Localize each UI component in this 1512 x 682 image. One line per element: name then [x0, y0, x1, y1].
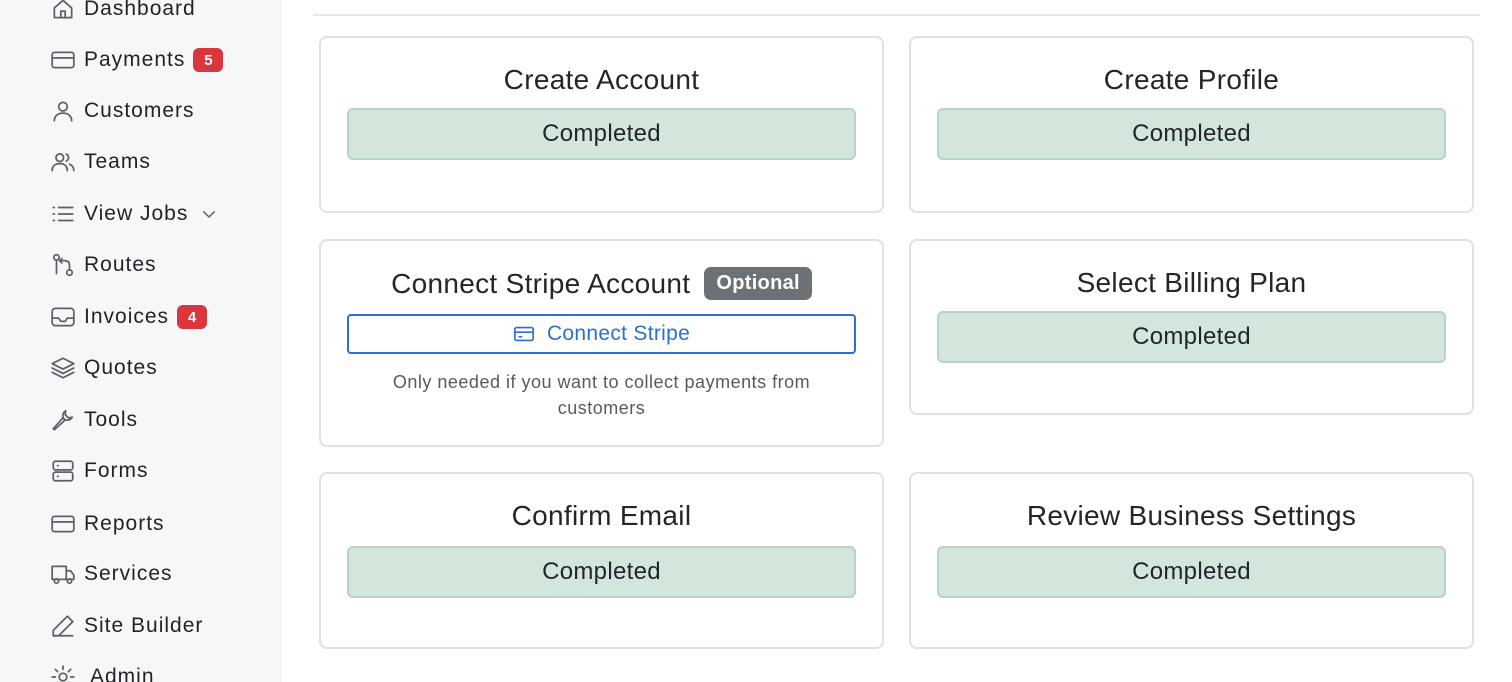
payments-count-badge: 5 — [193, 48, 224, 72]
sidebar-item-invoices[interactable]: Invoices 4 — [50, 300, 208, 334]
sidebar-item-label: Forms — [84, 459, 149, 482]
step-title: Connect Stripe Account — [391, 267, 691, 299]
route-icon — [50, 251, 78, 279]
sidebar-item-label: View Jobs — [84, 202, 189, 225]
sidebar-item-services[interactable]: Services — [50, 557, 173, 591]
list-icon — [50, 200, 78, 228]
sidebar-item-payments[interactable]: Payments 5 — [50, 43, 224, 77]
sidebar: Dashboard Payments 5 Customers Teams Vie… — [0, 0, 281, 682]
status-completed: Completed — [937, 311, 1446, 363]
sidebar-item-customers[interactable]: Customers — [50, 94, 195, 128]
sidebar-item-view-jobs[interactable]: View Jobs — [50, 197, 218, 231]
connect-stripe-label: Connect Stripe — [546, 322, 691, 345]
sidebar-item-forms[interactable]: Forms — [50, 454, 149, 488]
sidebar-item-quotes[interactable]: Quotes — [50, 351, 158, 385]
sidebar-item-label: Quotes — [84, 356, 158, 379]
user-icon — [50, 97, 78, 125]
sidebar-item-label: Services — [84, 562, 173, 585]
sidebar-item-label: Tools — [84, 408, 139, 431]
server-icon — [50, 457, 78, 485]
pen-icon — [50, 612, 78, 640]
step-card-create-profile: Create Profile Completed — [909, 36, 1474, 213]
layers-icon — [50, 354, 78, 382]
connect-stripe-help-text: Only needed if you want to collect payme… — [392, 372, 811, 418]
step-title: Create Profile — [1103, 64, 1280, 95]
truck-icon — [50, 560, 78, 588]
status-completed: Completed — [937, 546, 1446, 598]
sidebar-item-label: Invoices — [84, 305, 170, 328]
optional-badge: Optional — [704, 267, 812, 300]
step-title: Select Billing Plan — [1076, 267, 1307, 298]
sidebar-item-label: Admin — [90, 665, 155, 682]
sidebar-item-site-builder[interactable]: Site Builder — [50, 609, 203, 643]
step-card-connect-stripe: Connect Stripe Account Optional Connect … — [319, 239, 884, 447]
status-completed: Completed — [347, 108, 856, 160]
sidebar-item-routes[interactable]: Routes — [50, 248, 157, 282]
status-completed: Completed — [347, 546, 856, 598]
users-icon — [50, 148, 78, 176]
sidebar-item-label: Teams — [84, 150, 151, 173]
sidebar-item-label: Routes — [84, 253, 157, 276]
sidebar-item-label: Site Builder — [84, 614, 204, 637]
inbox-icon — [50, 303, 78, 331]
sidebar-item-admin[interactable]: Admin — [50, 660, 155, 682]
credit-card-icon — [50, 510, 78, 538]
sidebar-item-teams[interactable]: Teams — [50, 145, 151, 179]
step-title: Create Account — [503, 64, 700, 95]
step-card-billing-plan: Select Billing Plan Completed — [909, 239, 1474, 415]
step-title: Confirm Email — [511, 500, 692, 531]
sidebar-item-label: Dashboard — [84, 0, 196, 20]
step-card-business-settings: Review Business Settings Completed — [909, 472, 1474, 649]
status-completed: Completed — [937, 108, 1446, 160]
sidebar-item-dashboard[interactable]: Dashboard — [50, 0, 196, 26]
credit-card-icon — [513, 323, 547, 345]
sidebar-item-label: Payments — [84, 48, 186, 71]
step-title-row: Connect Stripe Account Optional — [321, 267, 882, 300]
step-card-confirm-email: Confirm Email Completed — [319, 472, 884, 649]
connect-stripe-button[interactable]: Connect Stripe — [347, 314, 856, 354]
gear-icon — [50, 663, 78, 682]
step-title: Review Business Settings — [1026, 500, 1357, 531]
invoices-count-badge: 4 — [177, 305, 208, 329]
sidebar-item-tools[interactable]: Tools — [50, 403, 138, 437]
header-divider — [313, 14, 1480, 16]
wrench-icon — [50, 406, 78, 434]
chevron-down-icon[interactable] — [200, 205, 218, 223]
step-card-create-account: Create Account Completed — [319, 36, 884, 213]
sidebar-item-label: Customers — [84, 99, 195, 122]
credit-card-icon — [50, 46, 78, 74]
sidebar-item-label: Reports — [84, 512, 165, 535]
sidebar-item-reports[interactable]: Reports — [50, 507, 165, 541]
home-icon — [50, 0, 78, 23]
